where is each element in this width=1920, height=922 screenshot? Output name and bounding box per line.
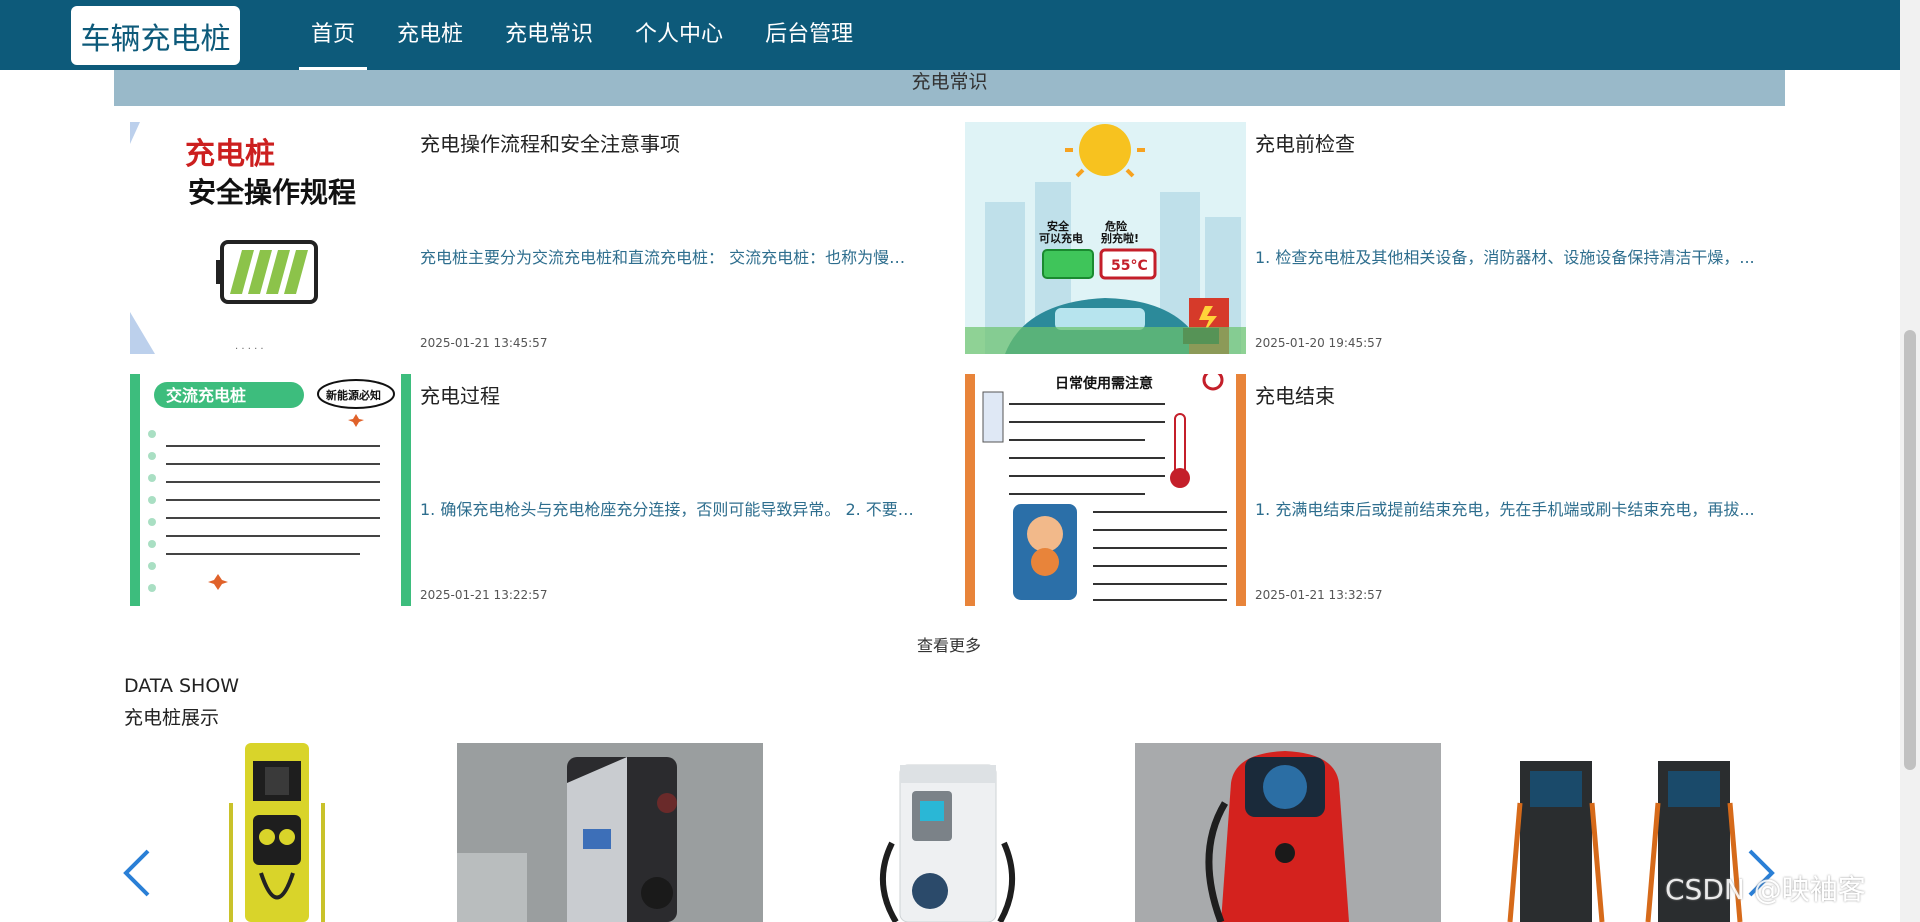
article-date: 2025-01-21 13:22:57 xyxy=(420,588,548,602)
main-nav: 首页 充电桩 充电常识 个人中心 后台管理 xyxy=(290,0,874,70)
article-summary: 1. 充满电结束后或提前结束充电，先在手机端或刷卡结束充电，再拔... xyxy=(1255,500,1755,519)
article-card[interactable]: 交流充电桩 新能源必知 充电过程 1. 确保充电枪头与充电枪座充分连接，否则可能… xyxy=(130,374,950,606)
thumb-tag: 交流充电桩 xyxy=(166,386,246,405)
nav-item-charging-piles[interactable]: 充电桩 xyxy=(376,0,484,70)
site-logo[interactable]: 车辆充电桩 xyxy=(71,6,240,65)
svg-text:别充啦!: 别充啦! xyxy=(1100,231,1139,245)
nav-item-personal-center[interactable]: 个人中心 xyxy=(614,0,744,70)
article-title[interactable]: 充电前检查 xyxy=(1255,128,1355,157)
article-summary: 1. 检查充电桩及其他相关设备，消防器材、设施设备保持清洁干燥，... xyxy=(1255,248,1755,267)
data-show-label: DATA SHOW xyxy=(124,675,240,697)
article-title[interactable]: 充电结束 xyxy=(1255,380,1335,409)
section-title-bar: 充电常识 xyxy=(114,70,1785,106)
article-summary: 充电桩主要分为交流充电桩和直流充电桩： 交流充电桩：也称为慢充... xyxy=(420,248,920,267)
svg-text:危险: 危险 xyxy=(1104,219,1128,233)
article-title[interactable]: 充电过程 xyxy=(420,380,500,409)
svg-text:· · · · ·: · · · · · xyxy=(235,344,264,354)
article-thumbnail[interactable]: 充电桩 安全操作规程 · · · · · xyxy=(130,122,411,354)
top-navigation-bar: 车辆充电桩 首页 充电桩 充电常识 个人中心 后台管理 xyxy=(0,0,1920,70)
watermark: CSDN @映袖客 xyxy=(1665,873,1866,906)
scrollbar-thumb[interactable] xyxy=(1904,330,1916,770)
svg-text:安全: 安全 xyxy=(1047,219,1070,233)
article-title[interactable]: 充电操作流程和安全注意事项 xyxy=(420,128,680,157)
charging-pile-carousel xyxy=(0,743,1920,922)
thumb-title-red: 充电桩 xyxy=(185,137,275,172)
article-date: 2025-01-21 13:32:57 xyxy=(1255,588,1383,602)
article-thumbnail[interactable]: 安全 可以充电 危险 别充啦! 55°C xyxy=(965,122,1246,354)
pile-image-card[interactable] xyxy=(457,743,763,922)
thumb-title-black: 安全操作规程 xyxy=(188,176,356,209)
data-show-subtitle: 充电桩展示 xyxy=(124,707,220,729)
article-card[interactable]: 充电桩 安全操作规程 · · · · · 充电操作流程和安全注意事项 充电桩主要… xyxy=(130,122,950,354)
pile-image-card[interactable] xyxy=(1135,743,1441,922)
nav-item-admin[interactable]: 后台管理 xyxy=(744,0,874,70)
article-card[interactable]: 日常使用需注意 充电结束 1. 充满电结束后或提前结束充电，先在手机端或刷卡结束… xyxy=(965,374,1785,606)
view-more-link[interactable]: 查看更多 xyxy=(917,632,981,656)
thumb-heading: 日常使用需注意 xyxy=(1055,375,1153,392)
nav-item-charging-knowledge[interactable]: 充电常识 xyxy=(484,0,614,70)
nav-item-home[interactable]: 首页 xyxy=(290,0,376,70)
svg-text:可以充电: 可以充电 xyxy=(1039,231,1083,245)
article-date: 2025-01-20 19:45:57 xyxy=(1255,336,1383,350)
chevron-left-icon[interactable] xyxy=(122,848,152,909)
article-thumbnail[interactable]: 交流充电桩 新能源必知 xyxy=(130,374,411,606)
pile-image-card[interactable] xyxy=(796,743,1102,922)
article-card[interactable]: 安全 可以充电 危险 别充啦! 55°C 充电前检查 1. 检查充电桩及其他相关… xyxy=(965,122,1785,354)
pile-image-card[interactable] xyxy=(153,743,459,922)
page-scrollbar[interactable] xyxy=(1900,0,1920,922)
thumb-badge: 新能源必知 xyxy=(326,388,381,402)
article-date: 2025-01-21 13:45:57 xyxy=(420,336,548,350)
article-summary: 1. 确保充电枪头与充电枪座充分连接，否则可能导致异常。 2. 不要采... xyxy=(420,500,920,519)
temp-label: 55°C xyxy=(1111,258,1148,274)
article-thumbnail[interactable]: 日常使用需注意 xyxy=(965,374,1246,606)
